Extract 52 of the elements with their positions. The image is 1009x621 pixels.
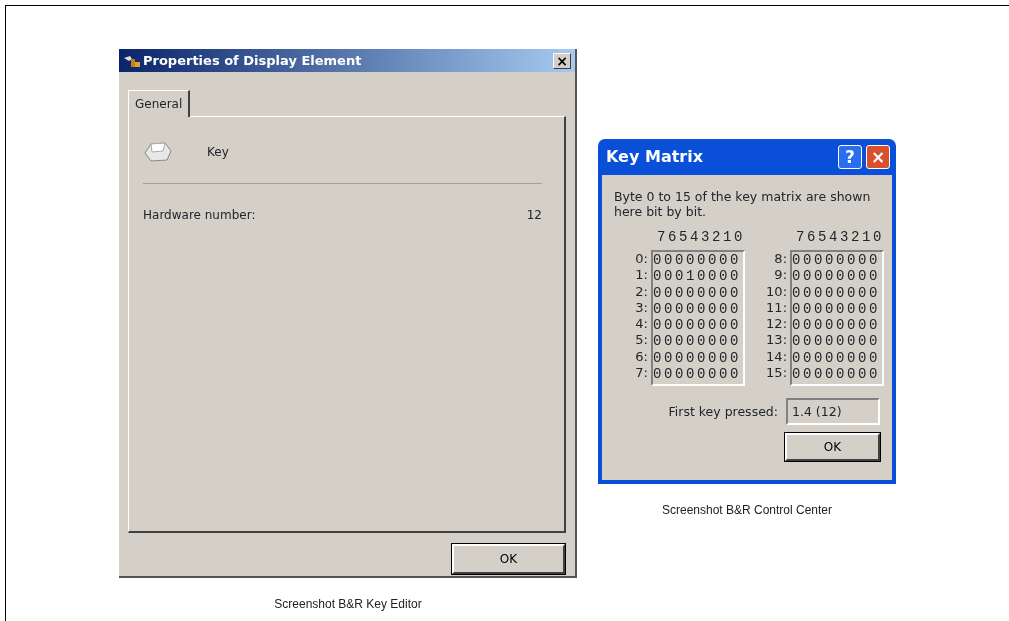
bit-row-text: 00000000 [653,300,742,318]
bit-row-text: 00000000 [653,366,742,383]
byte-label: 14: [765,347,787,365]
byte-label: 11: [765,298,787,316]
close-button[interactable]: × [553,52,571,69]
bit-row: 00000000 [792,252,882,269]
byte-label: 15: [765,364,787,381]
byte-label: 1: [634,266,648,283]
byte-label: 13: [765,331,787,348]
byte-label: 10: [765,282,787,299]
ok-button[interactable]: OK [785,433,880,462]
window-title: Key Matrix [606,146,704,168]
byte-label: 8: [773,250,787,267]
close-button[interactable]: × [866,145,890,169]
caption: Screenshot B&R Control Center [661,502,833,519]
byte-label: 9: [773,266,787,283]
bit-row: 00000000 [792,268,882,285]
bit-row: 00000000 [792,349,882,367]
key-icon [143,141,173,163]
bit-row: 00000000 [792,317,882,334]
field-label: First key pressed: [668,402,778,421]
bit-header: 76543210 [795,228,885,247]
byte-label: 6: [634,347,648,365]
byte-label: 3: [634,298,648,316]
bit-row: 00000000 [792,366,882,383]
bit-row: 00000000 [792,284,882,301]
caption: Screenshot B&R Key Editor [274,596,422,613]
element-name: Key [207,144,229,161]
help-button[interactable]: ? [838,145,862,169]
tab[interactable]: General [128,90,191,117]
bit-row-text: 00000000 [653,252,742,269]
first-key-field: 1.4 (12) [786,398,880,426]
bit-row: 00000000 [792,333,882,350]
bit-header: 76543210 [656,228,745,247]
field-label: Hardware number: [143,207,256,224]
window-title: Properties of Display Element [143,51,362,70]
byte-label: 7: [634,364,648,381]
tools-icon [123,53,141,68]
ok-button[interactable]: OK [452,544,565,574]
byte-label: 0: [634,250,648,267]
bit-row-text: 00010000 [653,268,742,285]
bit-row-text: 00000000 [653,333,742,350]
bit-row-text: 00000000 [653,284,742,301]
description-text: Byte 0 to 15 of the key matrix are shown here bit by bit. [614,189,872,219]
bit-row-text: 00000000 [653,349,742,367]
bit-row-text: 00000000 [653,317,742,334]
byte-label: 5: [634,331,648,348]
bit-row: 00000000 [792,300,882,318]
field-value: 12 [526,207,542,224]
byte-label: 2: [634,282,648,299]
byte-label: 4: [634,315,648,332]
byte-label: 12: [765,315,787,332]
